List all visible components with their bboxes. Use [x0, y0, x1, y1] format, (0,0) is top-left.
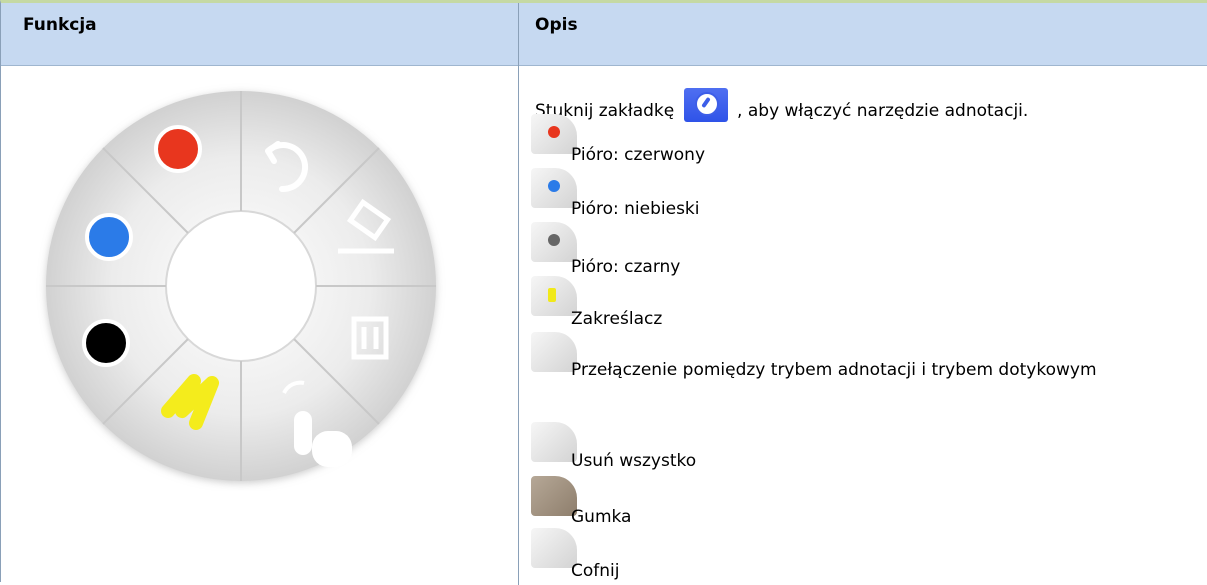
- intro-line: Stuknij zakładkę , aby włączyć narzędzie…: [535, 88, 1028, 123]
- item-label: Zakreślacz: [571, 309, 663, 329]
- red-pen-icon[interactable]: [154, 125, 202, 173]
- annotation-wheel: [46, 91, 436, 481]
- item-label: Pióro: czarny: [571, 257, 681, 277]
- header-funkcja: Funkcja: [23, 15, 97, 35]
- column-divider: [518, 3, 519, 585]
- item-label: Przełączenie pomiędzy trybem adnotacji i…: [571, 360, 1097, 380]
- intro-after: , aby włączyć narzędzie adnotacji.: [737, 101, 1029, 121]
- table-header: Funkcja Opis: [1, 3, 1207, 66]
- item-label: Pióro: czerwony: [571, 145, 706, 165]
- annotation-tab-icon[interactable]: [683, 88, 728, 122]
- item-label: Gumka: [571, 507, 632, 527]
- header-opis: Opis: [535, 15, 578, 35]
- item-label: Cofnij: [571, 561, 620, 581]
- item-label: Usuń wszystko: [571, 451, 697, 471]
- black-pen-icon[interactable]: [82, 319, 130, 367]
- blue-pen-icon[interactable]: [85, 213, 133, 261]
- item-label: Pióro: niebieski: [571, 199, 700, 219]
- wheel-center: [165, 210, 317, 362]
